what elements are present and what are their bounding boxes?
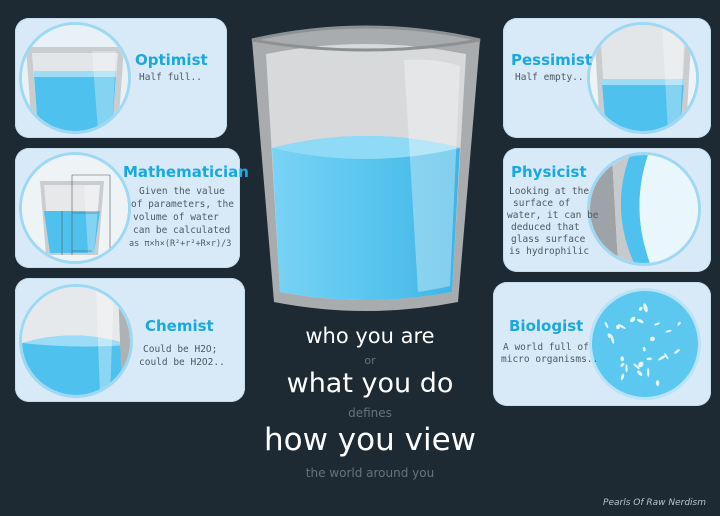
physicist-card: Physicist Looking at the surface of wate… — [503, 148, 711, 272]
big-glass-illustration — [251, 25, 481, 311]
microorganism — [638, 306, 643, 311]
chemist-title: Chemist — [145, 317, 214, 335]
microorganism — [637, 318, 644, 324]
microorganism — [642, 346, 646, 352]
center-line-who-you-are: who you are — [305, 324, 435, 348]
microorganism — [654, 322, 660, 326]
mathematician-card: Mathematician Given the value of paramet… — [15, 148, 249, 268]
chemist-card: Chemist Could be H2O; could be H2O2.. — [15, 278, 245, 402]
biologist-line-1: A world full of — [503, 342, 589, 353]
microorganism — [646, 367, 650, 377]
microorganism — [604, 321, 609, 329]
mathematician-line-1: Given the value — [139, 186, 225, 197]
microorganism — [637, 370, 643, 376]
physicist-title: Physicist — [511, 163, 587, 181]
pessimist-card: Pessimist Half empty.. — [503, 18, 711, 138]
pessimist-line-1: Half empty.. — [515, 72, 584, 83]
center-line-what-you-do: what you do — [286, 368, 454, 399]
mathematician-title: Mathematician — [123, 163, 249, 181]
chemist-line-1: Could be H2O; — [143, 344, 218, 355]
chemist-line-2: could be H2O2.. — [139, 357, 225, 368]
microorganism — [620, 373, 625, 381]
optimist-title: Optimist — [135, 51, 208, 69]
microorganism — [625, 364, 628, 373]
mathematician-line-5: as π×h×(R²+r²+R×r)/3 — [129, 239, 232, 249]
physicist-line-2: surface of — [513, 198, 571, 209]
mathematician-line-2: of parameters, the — [131, 199, 234, 210]
microorganism — [630, 316, 636, 323]
physicist-line-4: deduced that — [511, 222, 580, 233]
center-line-how-you-view: how you view — [263, 422, 477, 458]
chemist-glass-icon — [19, 284, 133, 398]
center-line-world-around-you: the world around you — [305, 466, 435, 480]
physicist-glass-icon — [587, 152, 701, 266]
microorganism — [655, 380, 660, 387]
credit-text: Pearls Of Raw Nerdism — [603, 498, 706, 508]
optimist-line-1: Half full.. — [139, 72, 202, 83]
microorganism — [620, 356, 625, 362]
physicist-line-1: Looking at the — [509, 186, 590, 197]
center-line-or: or — [364, 354, 376, 367]
microorganism — [677, 321, 681, 326]
biologist-line-2: micro organisms.. — [501, 354, 599, 365]
biologist-title: Biologist — [509, 317, 584, 335]
biologist-microbe-icon — [589, 288, 701, 400]
pessimist-title: Pessimist — [511, 51, 593, 69]
microorganism — [665, 329, 672, 333]
physicist-line-3: water, it can be — [507, 210, 599, 221]
microorganism — [646, 357, 653, 361]
physicist-line-5: glass surface — [511, 234, 586, 245]
mathematician-line-3: volume of water — [133, 212, 219, 223]
physicist-line-6: is hydrophilic — [509, 246, 590, 257]
mathematician-line-4: can be calculated — [133, 225, 231, 236]
microorganism — [649, 336, 655, 342]
microorganism — [674, 349, 680, 354]
microorganism — [658, 355, 666, 361]
pessimist-glass-icon — [587, 22, 699, 134]
microorganism — [643, 303, 648, 313]
optimist-glass-icon — [19, 22, 131, 134]
microorganism — [620, 362, 625, 367]
biologist-card: Biologist A world full of micro organism… — [493, 282, 711, 406]
mathematician-glass-icon — [19, 152, 131, 264]
center-line-defines: defines — [348, 406, 392, 420]
optimist-card: Optimist Half full.. — [15, 18, 227, 138]
microorganisms-drawing — [604, 303, 681, 387]
